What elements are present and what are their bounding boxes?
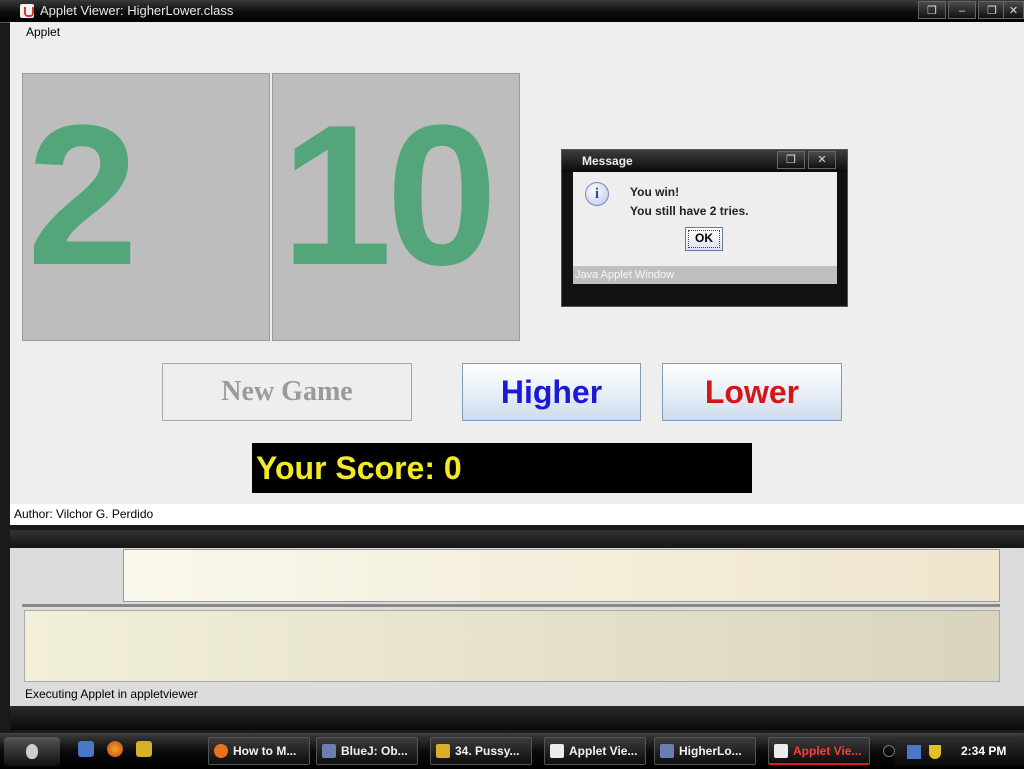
- status-text: Executing Applet in appletviewer: [25, 687, 198, 701]
- clock[interactable]: 2:34 PM: [961, 744, 1006, 758]
- information-icon: i: [585, 182, 609, 206]
- card-right-number: 10: [281, 84, 497, 307]
- task-label: Applet Vie...: [569, 744, 638, 758]
- quicklaunch-firefox-icon[interactable]: [107, 741, 123, 757]
- java-icon: [774, 744, 788, 758]
- lower-button[interactable]: Lower: [662, 363, 842, 421]
- task-label: HigherLo...: [679, 744, 742, 758]
- score-display: Your Score: 0: [252, 443, 752, 493]
- dialog-close-button[interactable]: ✕: [808, 151, 836, 169]
- author-label: Author: Vilchor G. Perdido: [10, 504, 1024, 525]
- card-left: 2: [22, 73, 270, 341]
- menu-applet[interactable]: Applet: [26, 25, 60, 39]
- bluej-icon: [322, 744, 336, 758]
- bluej-terminal-panel: Executing Applet in appletviewer: [10, 530, 1024, 730]
- dialog-titlebar[interactable]: Message ❐ ✕: [562, 150, 847, 172]
- new-game-button[interactable]: New Game: [162, 363, 412, 421]
- close-button[interactable]: ✕: [1003, 1, 1024, 19]
- security-shield-icon[interactable]: [929, 745, 941, 759]
- start-button[interactable]: [4, 737, 60, 766]
- machine-indicator-box: [10, 549, 122, 620]
- task-bluej[interactable]: BlueJ: Ob...: [316, 737, 418, 765]
- tray-expand-icon[interactable]: [883, 745, 895, 757]
- task-label: 34. Pussy...: [455, 744, 520, 758]
- dialog-title: Message: [582, 154, 633, 168]
- task-applet-viewer-2[interactable]: Applet Vie...: [768, 737, 870, 765]
- message-dialog: Message ❐ ✕ i You win! You still have 2 …: [561, 149, 848, 307]
- applet-panel: Applet 2 10 New Game Higher Lower Your S…: [10, 22, 1024, 525]
- card-left-number: 2: [27, 84, 139, 307]
- panel-header: [10, 530, 1024, 548]
- divider[interactable]: [22, 604, 1000, 607]
- ok-button[interactable]: OK: [685, 227, 723, 251]
- task-firefox[interactable]: How to M...: [208, 737, 310, 765]
- alien-logo-icon: [26, 744, 38, 759]
- minimize-button[interactable]: –: [948, 1, 976, 19]
- task-applet-viewer-1[interactable]: Applet Vie...: [544, 737, 646, 765]
- bluej-icon: [660, 744, 674, 758]
- task-higherlower[interactable]: HigherLo...: [654, 737, 756, 765]
- media-icon: [436, 744, 450, 758]
- menu-bar: Applet: [10, 22, 1024, 42]
- dialog-body: i You win! You still have 2 tries. OK: [573, 172, 837, 266]
- card-right: 10: [272, 73, 520, 341]
- quicklaunch-desktop-icon[interactable]: [78, 741, 94, 757]
- window-title: Applet Viewer: HigherLower.class: [40, 3, 234, 18]
- firefox-icon: [214, 744, 228, 758]
- window-menu-button[interactable]: ❐: [918, 1, 946, 19]
- task-label: How to M...: [233, 744, 297, 758]
- network-icon[interactable]: [907, 745, 921, 759]
- window-titlebar[interactable]: Applet Viewer: HigherLower.class ❐ – ❐ ✕: [0, 0, 1024, 23]
- java-icon: [550, 744, 564, 758]
- dialog-message-line1: You win!: [630, 185, 680, 199]
- higher-button[interactable]: Higher: [462, 363, 641, 421]
- panel-footer: [10, 706, 1024, 730]
- dialog-menu-button[interactable]: ❐: [777, 151, 805, 169]
- quicklaunch-media-icon[interactable]: [136, 741, 152, 757]
- task-label: Applet Vie...: [793, 744, 862, 758]
- applet-warning-banner: Java Applet Window: [573, 266, 837, 284]
- system-tray: 2:34 PM: [883, 737, 1024, 766]
- dialog-message-line2: You still have 2 tries.: [630, 204, 749, 218]
- task-media[interactable]: 34. Pussy...: [430, 737, 532, 765]
- code-pad[interactable]: [24, 610, 1000, 682]
- task-label: BlueJ: Ob...: [341, 744, 408, 758]
- restore-button[interactable]: ❐: [978, 1, 1006, 19]
- object-bench[interactable]: [123, 549, 1000, 602]
- java-icon: [20, 4, 34, 18]
- taskbar: How to M... BlueJ: Ob... 34. Pussy... Ap…: [0, 733, 1024, 769]
